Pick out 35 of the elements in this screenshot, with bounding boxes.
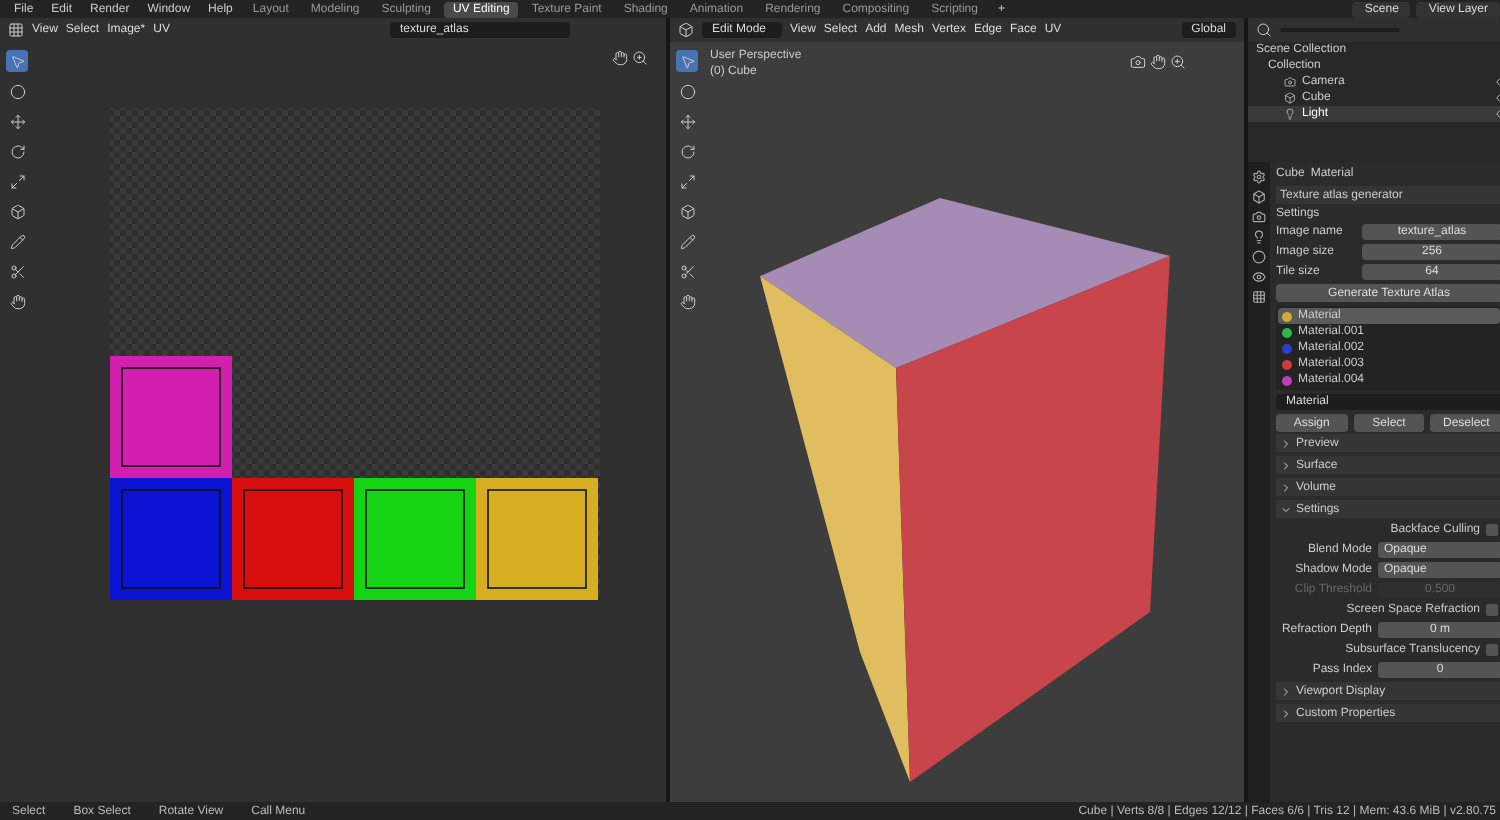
camera-icon[interactable] bbox=[1130, 54, 1146, 70]
scale-tool[interactable] bbox=[6, 170, 28, 192]
rotate-tool[interactable] bbox=[6, 140, 28, 162]
cube-icon[interactable] bbox=[1284, 92, 1296, 104]
annotate-tool[interactable] bbox=[6, 230, 28, 252]
camera-icon[interactable] bbox=[1284, 76, 1296, 88]
move-tool[interactable] bbox=[6, 110, 28, 132]
cursor-tool[interactable] bbox=[6, 80, 28, 102]
knife-tool[interactable] bbox=[676, 260, 698, 282]
light-icon[interactable] bbox=[1284, 108, 1296, 120]
properties-tab-icon[interactable] bbox=[1252, 210, 1266, 224]
checkbox[interactable] bbox=[1486, 524, 1498, 536]
search-icon[interactable] bbox=[1256, 22, 1272, 38]
editor-type-icon[interactable] bbox=[678, 22, 694, 38]
properties-tab-icon[interactable] bbox=[1252, 270, 1266, 284]
move-tool[interactable] bbox=[676, 110, 698, 132]
zoom-icon[interactable] bbox=[632, 50, 648, 66]
rotate-tool[interactable] bbox=[676, 140, 698, 162]
expand-icon bbox=[1280, 503, 1292, 515]
editor-type-icon[interactable] bbox=[8, 22, 24, 38]
properties-tab-icon[interactable] bbox=[1252, 170, 1266, 184]
zoom-icon[interactable] bbox=[1170, 54, 1186, 70]
properties-tab-icon[interactable] bbox=[1252, 190, 1266, 204]
cursor-tool[interactable] bbox=[676, 80, 698, 102]
pan-icon[interactable] bbox=[612, 50, 628, 66]
annotate-tool[interactable] bbox=[676, 230, 698, 252]
properties-tab-icon[interactable] bbox=[1252, 250, 1266, 264]
pan-icon[interactable] bbox=[1150, 54, 1166, 70]
checkbox[interactable] bbox=[1486, 644, 1498, 656]
properties-tab-icon[interactable] bbox=[1252, 230, 1266, 244]
select-tool[interactable] bbox=[676, 50, 698, 72]
select-tool[interactable] bbox=[6, 50, 28, 72]
properties-tab-icon[interactable] bbox=[1252, 290, 1266, 304]
scale-tool[interactable] bbox=[676, 170, 698, 192]
checkbox[interactable] bbox=[1486, 604, 1498, 616]
